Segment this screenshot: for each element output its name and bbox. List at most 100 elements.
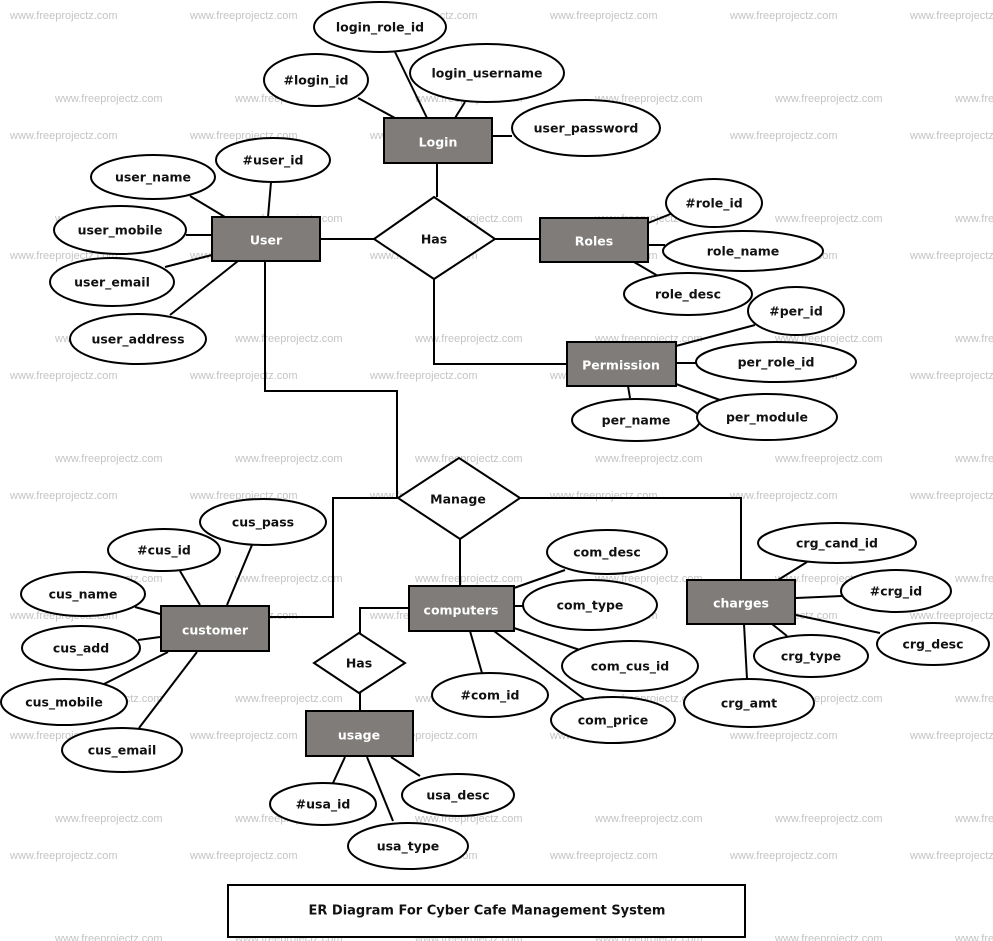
relationship-has-computers-usage[interactable]: Has: [312, 631, 407, 695]
attribute-label: #cus_id: [137, 543, 191, 559]
attribute-com_id[interactable]: #com_id: [431, 672, 549, 718]
watermark-text: www.freeprojectz.com: [189, 10, 298, 22]
attribute-cus_pass[interactable]: cus_pass: [199, 498, 327, 546]
attribute-cus_email[interactable]: cus_email: [61, 727, 183, 773]
attribute-usa_id[interactable]: #usa_id: [269, 782, 377, 826]
attribute-label: crg_amt: [721, 696, 777, 712]
attribute-user_name[interactable]: user_name: [90, 154, 216, 200]
attribute-label: user_address: [91, 332, 184, 348]
attribute-label: login_role_id: [336, 20, 424, 36]
attribute-login_username[interactable]: login_username: [409, 43, 565, 103]
attribute-label: usa_type: [377, 839, 440, 855]
watermark-text: www.freeprojectz.com: [9, 850, 118, 862]
entity-computers[interactable]: computers: [408, 585, 515, 632]
relationship-manage[interactable]: Manage: [396, 456, 522, 541]
watermark-text: www.freeprojectz.com: [954, 933, 993, 941]
watermark-text: www.freeprojectz.com: [729, 490, 838, 502]
attribute-cus_add[interactable]: cus_add: [21, 625, 141, 671]
attribute-login_role_id[interactable]: login_role_id: [313, 1, 447, 53]
attribute-cus_mobile[interactable]: cus_mobile: [0, 678, 128, 726]
attribute-role_desc[interactable]: role_desc: [623, 272, 753, 316]
watermark-text: www.freeprojectz.com: [234, 453, 343, 465]
attribute-crg_cand_id[interactable]: crg_cand_id: [757, 522, 917, 564]
attribute-label: usa_desc: [426, 788, 489, 804]
relationship-has-login-user-roles[interactable]: Has: [372, 195, 497, 281]
connector-user-user_address: [169, 260, 239, 316]
entity-label: usage: [338, 728, 380, 743]
attribute-label: per_role_id: [738, 355, 815, 371]
attribute-per_id[interactable]: #per_id: [747, 286, 845, 336]
attribute-label: cus_mobile: [25, 695, 103, 711]
attribute-role_name[interactable]: role_name: [662, 230, 824, 272]
attribute-label: cus_add: [53, 641, 109, 657]
entity-charges[interactable]: charges: [686, 579, 796, 625]
connector-user-user_name: [189, 195, 226, 218]
connector-customer-cus_name: [134, 606, 161, 615]
watermark-text: www.freeprojectz.com: [909, 610, 993, 622]
attribute-crg_id[interactable]: #crg_id: [840, 569, 952, 613]
attribute-login_id[interactable]: #login_id: [263, 53, 369, 107]
entity-user[interactable]: User: [211, 216, 321, 262]
attribute-cus_id[interactable]: #cus_id: [107, 528, 221, 572]
attribute-crg_type[interactable]: crg_type: [753, 634, 869, 678]
attribute-user_mobile[interactable]: user_mobile: [53, 205, 187, 255]
attribute-label: per_module: [726, 410, 808, 426]
watermark-text: www.freeprojectz.com: [369, 370, 478, 382]
entity-label: customer: [182, 623, 249, 638]
watermark-text: www.freeprojectz.com: [774, 93, 883, 105]
watermark-text: www.freeprojectz.com: [9, 130, 118, 142]
attribute-crg_desc[interactable]: crg_desc: [876, 622, 990, 666]
watermark-text: www.freeprojectz.com: [189, 370, 298, 382]
connector-computers-com_cus_id: [513, 627, 581, 651]
entity-usage[interactable]: usage: [305, 710, 414, 757]
watermark-text: www.freeprojectz.com: [189, 730, 298, 742]
attribute-per_role_id[interactable]: per_role_id: [695, 341, 857, 383]
watermark-text: www.freeprojectz.com: [954, 213, 993, 225]
watermark-text: www.freeprojectz.com: [909, 130, 993, 142]
watermark-text: www.freeprojectz.com: [9, 370, 118, 382]
attribute-label: user_password: [534, 121, 639, 137]
watermark-text: www.freeprojectz.com: [774, 453, 883, 465]
connector-permission-per_name: [627, 385, 631, 399]
attribute-per_module[interactable]: per_module: [696, 393, 838, 441]
diagram-title: ER Diagram For Cyber Cafe Management Sys…: [309, 904, 666, 919]
attribute-user_password[interactable]: user_password: [511, 99, 661, 157]
watermark-text: www.freeprojectz.com: [774, 213, 883, 225]
attribute-label: cus_pass: [232, 515, 294, 531]
watermark-text: www.freeprojectz.com: [189, 850, 298, 862]
attribute-user_email[interactable]: user_email: [49, 257, 175, 307]
attribute-com_price[interactable]: com_price: [550, 696, 676, 744]
er-diagram: www.freeprojectz.com www.freeprojectz.com…: [0, 0, 993, 941]
entity-roles[interactable]: Roles: [539, 217, 649, 263]
entity-login[interactable]: Login: [383, 117, 493, 164]
attribute-user_address[interactable]: user_address: [69, 313, 207, 365]
attribute-usa_desc[interactable]: usa_desc: [401, 773, 515, 817]
attribute-crg_amt[interactable]: crg_amt: [683, 678, 815, 728]
attribute-cus_name[interactable]: cus_name: [20, 571, 146, 617]
entity-label: Roles: [575, 234, 613, 249]
watermark-text: www.freeprojectz.com: [9, 490, 118, 502]
connector-usage-usa_id: [332, 756, 346, 784]
connector-login-login_id: [357, 97, 396, 119]
entity-label: Permission: [582, 358, 660, 373]
attribute-per_name[interactable]: per_name: [571, 398, 701, 442]
entity-permission[interactable]: Permission: [566, 341, 677, 387]
attribute-com_desc[interactable]: com_desc: [546, 529, 668, 575]
connector-user-user_id: [267, 181, 272, 218]
watermark-text: www.freeprojectz.com: [774, 933, 883, 941]
entity-customer[interactable]: customer: [160, 605, 270, 652]
attribute-label: #user_id: [243, 153, 304, 169]
relationship-label: Has: [421, 232, 447, 247]
connector-computers-com_id: [469, 630, 483, 674]
attribute-com_type[interactable]: com_type: [522, 579, 658, 631]
attribute-com_cus_id[interactable]: com_cus_id: [561, 640, 699, 692]
watermark-text: www.freeprojectz.com: [54, 453, 163, 465]
attribute-role_id[interactable]: #role_id: [665, 178, 763, 228]
attribute-label: cus_name: [49, 587, 118, 603]
watermark-text: www.freeprojectz.com: [909, 370, 993, 382]
watermark-text: www.freeprojectz.com: [9, 10, 118, 22]
attribute-user_id[interactable]: #user_id: [215, 137, 331, 183]
attribute-usa_type[interactable]: usa_type: [347, 822, 469, 870]
watermark-text: www.freeprojectz.com: [729, 130, 838, 142]
connector-charges-crg_id: [795, 595, 843, 599]
